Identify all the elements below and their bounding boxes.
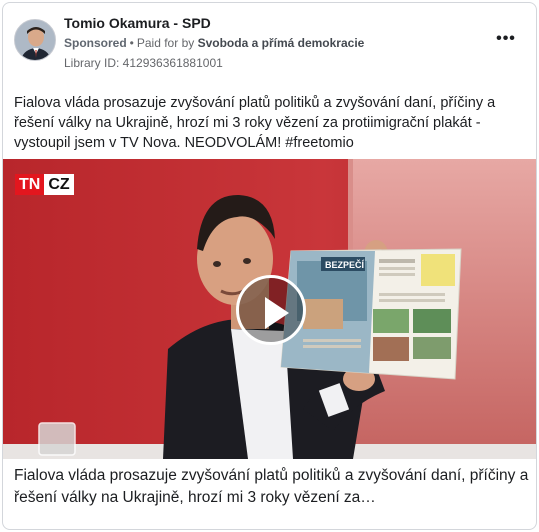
channel-logo: TN CZ <box>15 174 74 195</box>
ad-body-text: Fialova vláda prosazuje zvyšování platů … <box>14 95 496 151</box>
avatar-portrait <box>15 20 55 60</box>
channel-logo-cz: CZ <box>44 174 74 195</box>
video-caption[interactable]: Fialova vláda prosazuje zvyšování platů … <box>14 465 529 509</box>
video-player[interactable]: BEZPEČÍ TN CZ <box>3 159 536 459</box>
channel-logo-tn: TN <box>15 174 45 195</box>
page-name[interactable]: Tomio Okamura - SPD <box>64 15 211 31</box>
page-avatar[interactable] <box>14 19 56 61</box>
library-id: Library ID: 412936361881001 <box>64 56 223 70</box>
paid-for-label: Paid for by <box>136 36 195 50</box>
booklet-heading: BEZPEČÍ <box>325 259 365 270</box>
ad-header: Tomio Okamura - SPD Sponsored • Paid for b… <box>3 3 536 85</box>
sponsorship-line: Sponsored • Paid for by Svoboda a přímá de… <box>64 36 364 50</box>
meta-separator: • <box>129 36 134 50</box>
sponsored-label: Sponsored <box>64 36 127 50</box>
play-button[interactable] <box>236 275 306 345</box>
more-options-icon[interactable]: ••• <box>494 31 518 53</box>
ad-card: Tomio Okamura - SPD Sponsored • Paid for b… <box>2 2 537 530</box>
funder-name[interactable]: Svoboda a přímá demokracie <box>198 36 365 50</box>
play-icon <box>265 297 289 329</box>
